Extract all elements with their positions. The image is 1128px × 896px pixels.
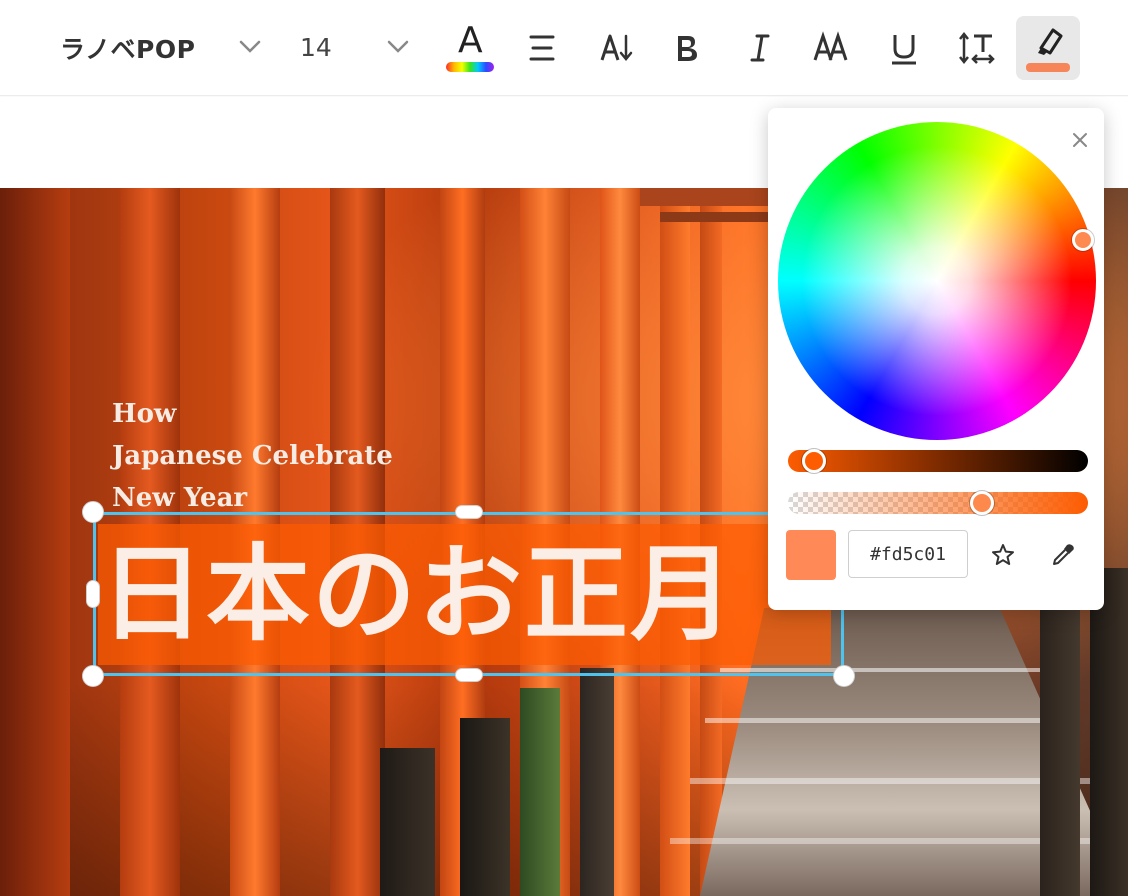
subtitle-line-2: Japanese Celebrate <box>112 441 393 471</box>
resize-handle-top-left[interactable] <box>82 501 104 523</box>
subtitle-text[interactable]: How Japanese Celebrate New Year <box>112 393 412 519</box>
opacity-slider[interactable] <box>788 491 1088 515</box>
font-family-select[interactable]: ラノベPOP <box>60 30 195 66</box>
shade-slider-knob[interactable] <box>802 449 826 473</box>
chevron-down-icon[interactable] <box>386 38 410 56</box>
bold-icon[interactable] <box>662 24 710 72</box>
toolbar: ラノベPOP 14 A <box>0 0 1128 96</box>
resize-handle-bottom[interactable] <box>455 668 483 682</box>
star-icon[interactable] <box>990 542 1016 568</box>
resize-handle-left[interactable] <box>86 580 100 608</box>
text-color-button[interactable]: A <box>446 20 494 76</box>
close-icon[interactable] <box>1070 130 1090 150</box>
resize-handle-top[interactable] <box>455 505 483 519</box>
selection-box[interactable] <box>93 512 844 676</box>
highlighter-button[interactable] <box>1016 16 1080 80</box>
rainbow-color-bar <box>446 62 494 72</box>
eyedropper-icon[interactable] <box>1050 542 1076 568</box>
opacity-slider-knob[interactable] <box>970 491 994 515</box>
color-wheel-knob[interactable] <box>1072 229 1094 251</box>
font-case-icon[interactable] <box>808 24 856 72</box>
spacing-icon[interactable] <box>952 24 1000 72</box>
highlighter-icon <box>1038 28 1063 55</box>
text-direction-icon[interactable] <box>592 24 640 72</box>
align-icon[interactable] <box>518 24 566 72</box>
highlight-color-bar <box>1026 63 1070 72</box>
italic-icon[interactable] <box>736 24 784 72</box>
underline-icon[interactable] <box>880 24 928 72</box>
color-picker-popup: #fd5c01 <box>768 108 1104 610</box>
font-size-select[interactable]: 14 <box>300 33 332 62</box>
hex-input[interactable]: #fd5c01 <box>848 530 968 578</box>
resize-handle-bottom-left[interactable] <box>82 665 104 687</box>
subtitle-line-1: How <box>112 399 177 429</box>
color-wheel[interactable] <box>778 122 1096 440</box>
shade-slider[interactable] <box>788 449 1088 473</box>
color-swatch <box>786 530 836 580</box>
resize-handle-bottom-right[interactable] <box>833 665 855 687</box>
text-color-glyph: A <box>458 20 483 61</box>
chevron-down-icon[interactable] <box>238 38 262 56</box>
